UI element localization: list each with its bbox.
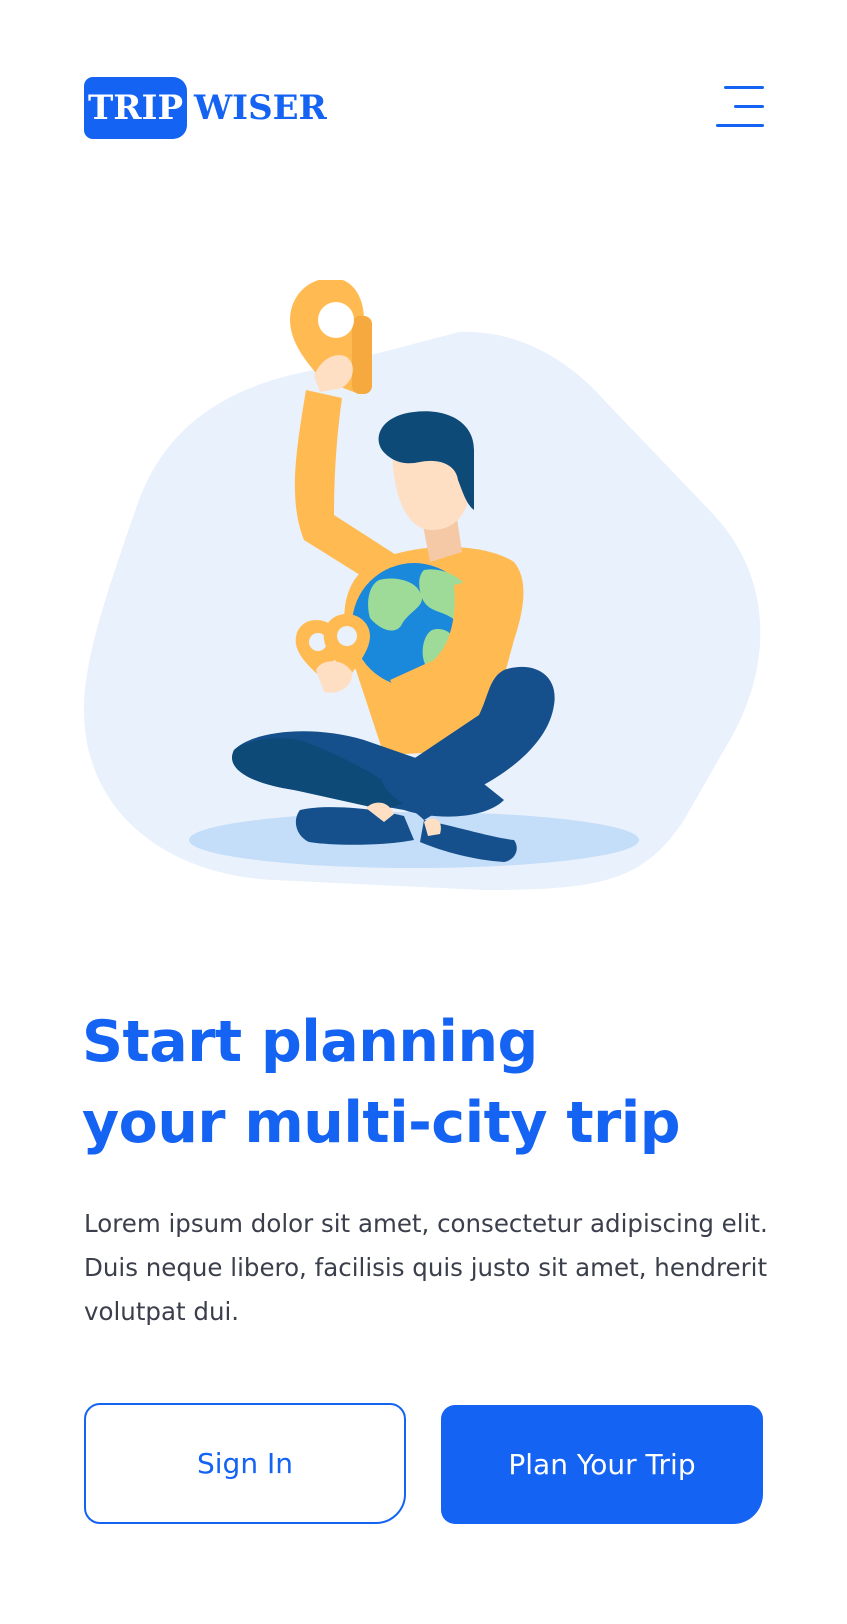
- title-line-2: your multi-city trip: [82, 1090, 681, 1156]
- page-title: Start planning your multi-city trip: [82, 1002, 681, 1164]
- sign-in-button[interactable]: Sign In: [84, 1403, 406, 1524]
- trip-wiser-logo[interactable]: TRIP WISER: [84, 77, 327, 139]
- hero-illustration: [84, 280, 761, 890]
- logo-badge: TRIP: [84, 77, 187, 139]
- menu-line-middle: [734, 105, 764, 108]
- logo-text-trip: TRIP: [87, 88, 184, 128]
- logo-text-wiser: WISER: [194, 88, 327, 128]
- menu-line-top: [724, 86, 764, 89]
- hamburger-menu-icon[interactable]: [716, 86, 764, 128]
- plan-your-trip-button[interactable]: Plan Your Trip: [441, 1405, 763, 1524]
- title-line-1: Start planning: [82, 1009, 538, 1075]
- description-text: Lorem ipsum dolor sit amet, consectetur …: [84, 1209, 768, 1326]
- menu-line-bottom: [716, 124, 764, 127]
